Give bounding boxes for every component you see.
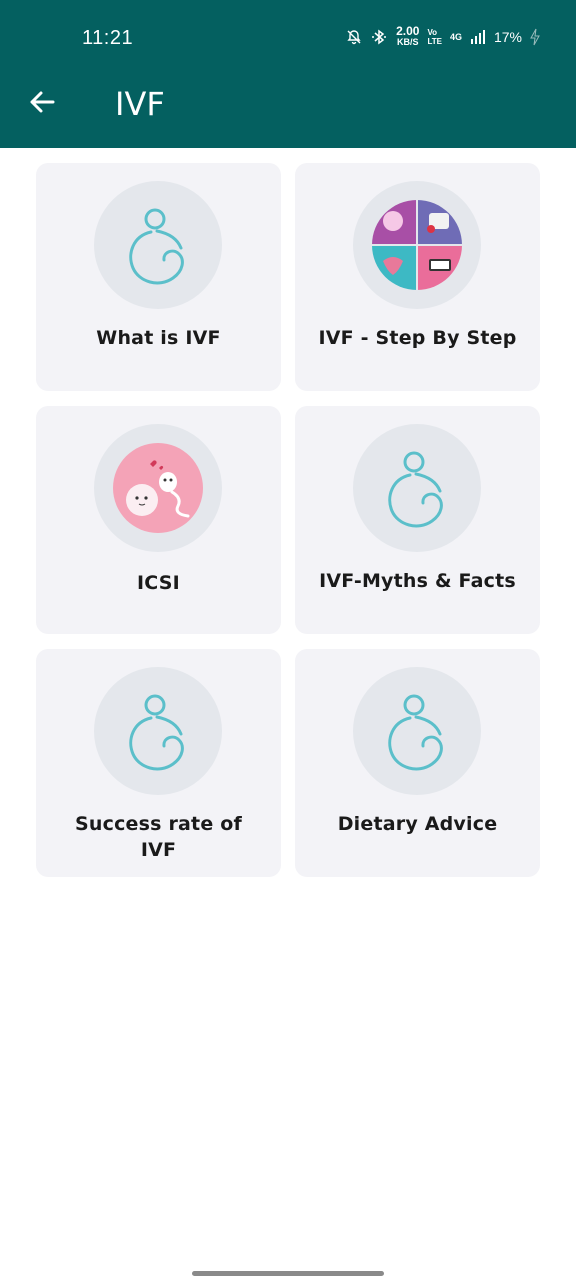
card-label: Dietary Advice bbox=[337, 813, 498, 835]
bluetooth-icon bbox=[372, 29, 387, 45]
volte-indicator: Vo LTE bbox=[427, 28, 442, 46]
status-icons: 2.00 KB/S Vo LTE 4G 17% bbox=[346, 24, 540, 48]
card-dietary-advice[interactable]: Dietary Advice bbox=[295, 649, 540, 877]
battery-percent: 17% bbox=[493, 29, 522, 45]
icsi-image bbox=[113, 443, 203, 533]
card-success-rate[interactable]: Success rate of IVF bbox=[36, 649, 281, 877]
network-type: 4G bbox=[449, 32, 462, 42]
back-button[interactable] bbox=[26, 86, 58, 118]
card-image bbox=[94, 181, 222, 309]
home-gesture-bar[interactable] bbox=[192, 1271, 384, 1276]
card-label: IVF-Myths & Facts bbox=[319, 570, 516, 592]
card-icsi[interactable]: ICSI bbox=[36, 406, 281, 634]
pregnancy-icon bbox=[388, 694, 443, 771]
net-speed: 2.00 KB/S bbox=[396, 24, 420, 48]
status-bar: 11:21 2.00 KB/S Vo LTE 4G 17% bbox=[0, 0, 576, 72]
card-image bbox=[353, 181, 481, 309]
pregnancy-icon bbox=[388, 451, 443, 528]
card-ivf-step-by-step[interactable]: IVF - Step By Step bbox=[295, 163, 540, 391]
signal-icon bbox=[470, 30, 485, 44]
page-title: IVF bbox=[115, 85, 165, 123]
volte-bottom: LTE bbox=[427, 37, 442, 46]
card-image bbox=[94, 667, 222, 795]
net-speed-value: 2.00 bbox=[396, 24, 420, 38]
card-label: Success rate of IVF bbox=[75, 813, 242, 861]
card-ivf-myths-facts[interactable]: IVF-Myths & Facts bbox=[295, 406, 540, 634]
card-image bbox=[353, 424, 481, 552]
mute-bell-icon bbox=[347, 30, 361, 45]
ivf-steps-image bbox=[372, 200, 462, 290]
app-bar: 11:21 2.00 KB/S Vo LTE 4G 17% IVF bbox=[0, 0, 576, 148]
pregnancy-icon bbox=[129, 208, 184, 285]
card-label: ICSI bbox=[137, 572, 180, 594]
status-time: 11:21 bbox=[82, 27, 134, 49]
topic-grid: What is IVF IVF - Step By Step ICSI IVF-… bbox=[36, 163, 540, 877]
volte-top: Vo bbox=[427, 28, 438, 37]
pregnancy-icon bbox=[129, 694, 184, 771]
net-speed-unit: KB/S bbox=[397, 37, 419, 47]
card-image bbox=[94, 424, 222, 552]
arrow-left-icon bbox=[30, 91, 55, 113]
card-what-is-ivf[interactable]: What is IVF bbox=[36, 163, 281, 391]
charging-icon bbox=[530, 28, 540, 46]
card-image bbox=[353, 667, 481, 795]
card-label: IVF - Step By Step bbox=[318, 327, 517, 349]
card-label: What is IVF bbox=[96, 327, 221, 349]
